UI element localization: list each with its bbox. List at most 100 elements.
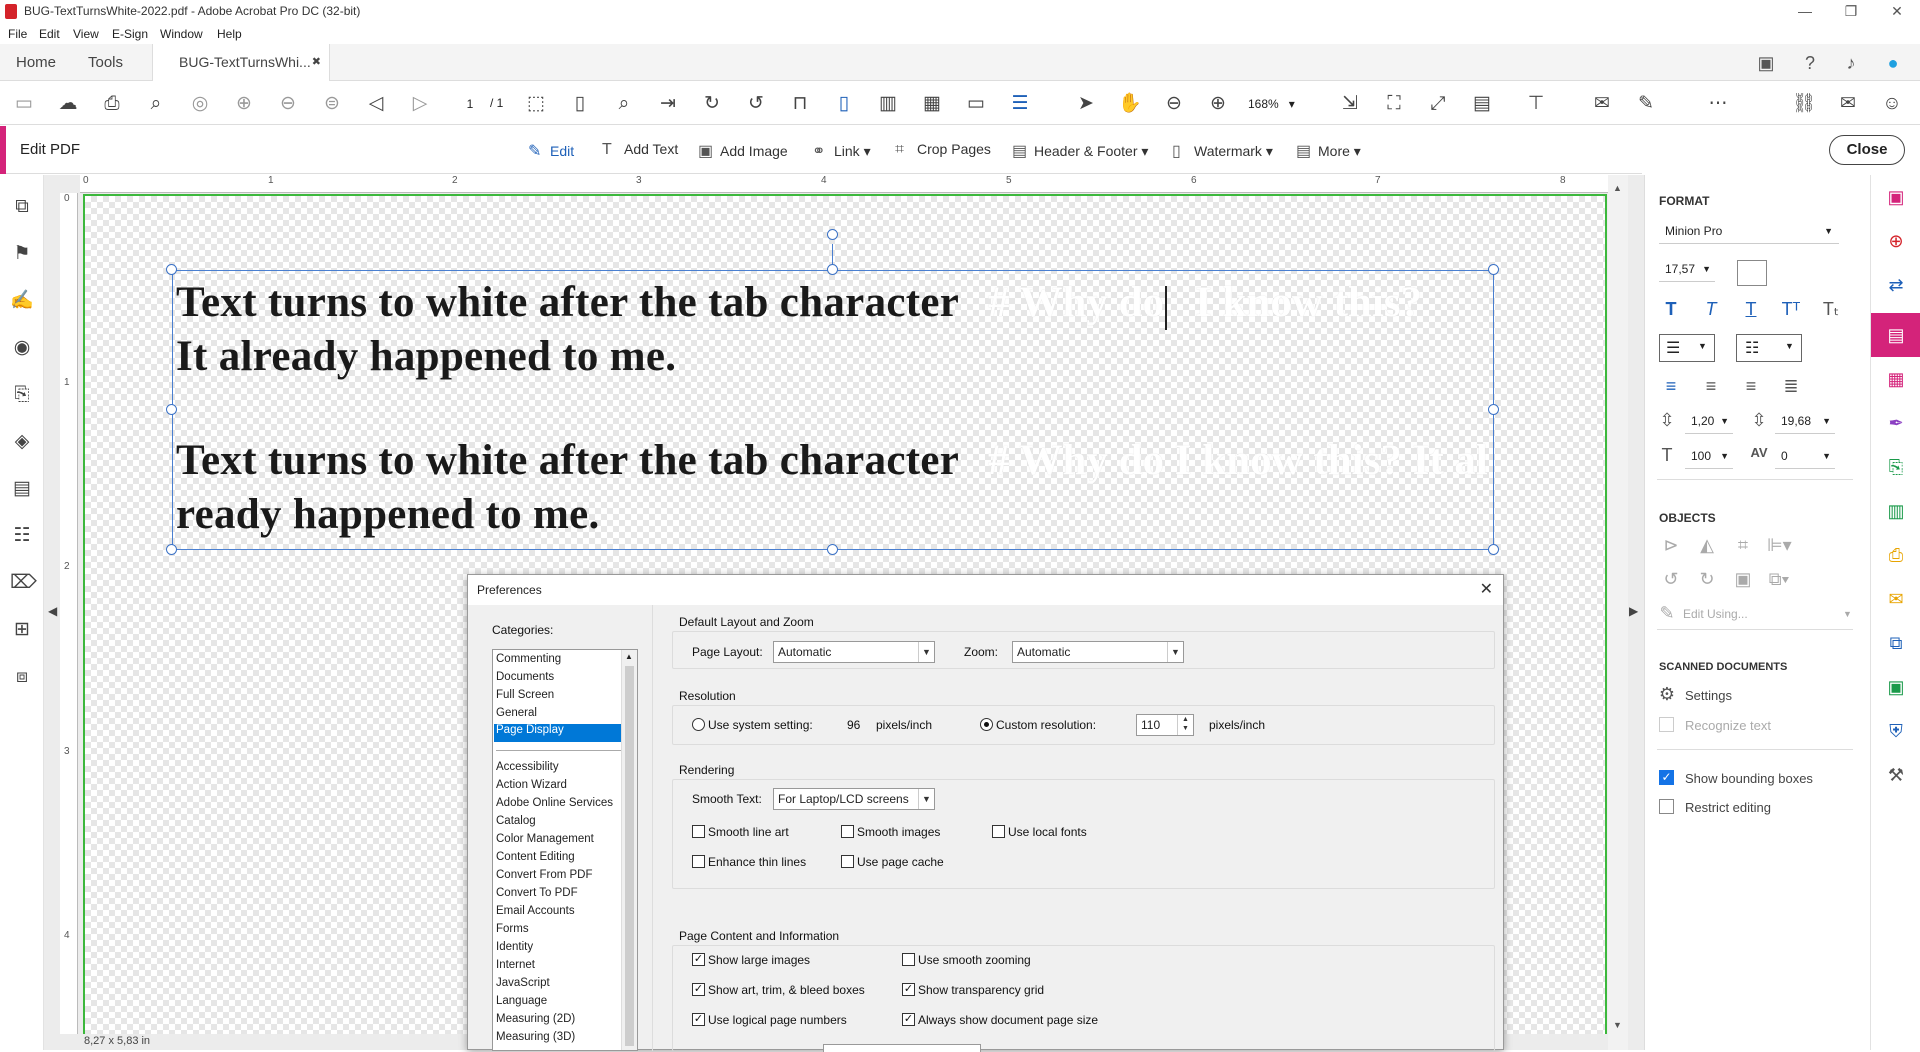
scroll-up-icon[interactable]: ▲ [1613, 183, 1622, 193]
close-window-button[interactable]: ✕ [1874, 0, 1920, 24]
category-item[interactable]: Measuring (3D) [496, 1031, 575, 1043]
spinner-icon[interactable]: ▲ ▼ [1177, 715, 1193, 735]
category-general[interactable]: General [496, 707, 537, 719]
smooth-images-checkbox[interactable] [841, 825, 854, 838]
text-bold-icon[interactable]: T [1659, 299, 1683, 320]
horizontal-scale-dropdown[interactable]: 100 ▼ [1685, 445, 1733, 469]
para2-line1-white[interactable]: # Why do I know this? It al [988, 436, 1488, 485]
category-item[interactable]: Catalog [496, 815, 536, 827]
page-layout-dropdown[interactable]: Automatic ▼ [773, 641, 935, 663]
ruler-tool-icon[interactable]: ⊤ [1524, 92, 1548, 116]
para1-line1-white-a[interactable]: # Why do [988, 278, 1164, 327]
replace-image-icon[interactable]: ▣ [1731, 569, 1755, 590]
add-text-button[interactable]: T Add Text [602, 141, 678, 159]
page-number-input[interactable]: 1 [452, 93, 488, 115]
presentation-icon[interactable]: ▭ [964, 92, 988, 116]
forward-icon[interactable]: ▷ [408, 92, 432, 116]
order-icon[interactable]: ⧈ [10, 665, 34, 689]
cloud-upload-icon[interactable]: ☁ [56, 92, 80, 116]
fill-sign-icon[interactable]: ✒ [1884, 411, 1908, 435]
smooth-text-dropdown[interactable]: For Laptop/LCD screens ▼ [773, 788, 935, 810]
edit-button[interactable]: ✎ Edit [528, 141, 574, 161]
flip-vertical-icon[interactable]: ⊳ [1659, 535, 1683, 556]
superscript-icon[interactable]: Tᵀ [1779, 299, 1803, 320]
vertical-scrollbar[interactable]: ▲ ▼ [1608, 175, 1628, 1050]
category-item[interactable]: Accessibility [496, 761, 559, 773]
category-item[interactable]: Content Editing [496, 851, 575, 863]
use-logical-page-numbers-checkbox[interactable]: ✓ [692, 1013, 705, 1026]
category-page-display[interactable]: Page Display [494, 724, 637, 742]
resize-handle-r[interactable] [1488, 404, 1499, 415]
zoom-dropdown-pref[interactable]: Automatic ▼ [1012, 641, 1184, 663]
align-right-icon[interactable]: ≡ [1739, 376, 1763, 397]
restrict-editing-checkbox[interactable] [1659, 799, 1674, 814]
category-item[interactable]: Action Wizard [496, 779, 567, 791]
preferences-close-icon[interactable]: ✕ [1480, 579, 1493, 599]
page-layout-menu-icon[interactable]: ▤ [1470, 92, 1494, 116]
paragraph-spacing-dropdown[interactable]: 19,68 ▼ [1775, 410, 1835, 434]
comment-tool-icon[interactable]: ✉ [1884, 587, 1908, 611]
select-area-icon[interactable]: ⬚ [524, 92, 548, 116]
minimize-button[interactable]: — [1782, 0, 1828, 24]
crop-pages-button[interactable]: ⌗ Crop Pages [895, 141, 991, 159]
scroll-down-icon[interactable]: ▼ [1613, 1020, 1622, 1030]
layout-lines-icon[interactable]: ☰ [1008, 92, 1032, 116]
line-spacing-dropdown[interactable]: 1,20 ▼ [1685, 410, 1733, 434]
category-item[interactable]: Internet [496, 959, 535, 971]
fit-width-icon[interactable]: ⇲ [1338, 92, 1362, 116]
book-view-icon[interactable]: ▦ [920, 92, 944, 116]
resize-handle-l[interactable] [166, 404, 177, 415]
para1-line1-white-b[interactable]: I know this? [1195, 278, 1422, 327]
more-tools-icon[interactable]: ⋯ [1706, 92, 1730, 116]
previous-page-icon[interactable]: ⊕ [232, 92, 256, 116]
split-icon[interactable]: ⊓ [788, 92, 812, 116]
font-family-dropdown[interactable]: Minion Pro ▼ [1659, 220, 1839, 244]
category-documents[interactable]: Documents [496, 671, 554, 683]
full-screen-icon[interactable]: ⛶ [1382, 92, 1406, 116]
maximize-button[interactable]: ❐ [1828, 0, 1874, 24]
show-bounding-boxes-checkbox[interactable]: ✓ [1659, 770, 1674, 785]
share-link-icon[interactable]: ⛓ [1792, 92, 1816, 116]
edit-pdf-tool-icon[interactable]: ▤ [1884, 323, 1908, 347]
align-left-icon[interactable]: ≡ [1659, 376, 1683, 397]
tab-tools[interactable]: Tools [88, 44, 123, 81]
print-production-icon[interactable]: ▣ [1884, 675, 1908, 699]
para1-line2[interactable]: It already happened to me. [176, 332, 676, 381]
tags-icon[interactable]: ⌦ [10, 571, 37, 595]
layers-icon[interactable]: ◈ [10, 430, 34, 454]
resize-handle-br[interactable] [1488, 544, 1499, 555]
font-size-dropdown[interactable]: 17,57 ▼ [1659, 258, 1715, 282]
form-fields-icon[interactable]: ☷ [10, 524, 34, 548]
arrange-icon[interactable]: ⧉▾ [1767, 569, 1791, 590]
header-footer-button[interactable]: ▤ Header & Footer ▾ [1012, 141, 1148, 161]
organize-pages-icon[interactable]: ▥ [1884, 499, 1908, 523]
use-system-radio[interactable] [692, 718, 705, 731]
collapse-right-arrow-icon[interactable]: ▶ [1629, 604, 1638, 618]
category-full-screen[interactable]: Full Screen [496, 689, 554, 701]
rotate-ccw-icon[interactable]: ↺ [1659, 569, 1683, 590]
always-show-page-size-checkbox[interactable]: ✓ [902, 1013, 915, 1026]
user-icon[interactable]: ☺ [1880, 92, 1904, 116]
find-page-icon[interactable]: ⌕ [612, 92, 636, 116]
category-commenting[interactable]: Commenting [496, 653, 561, 665]
align-objects-icon[interactable]: ⊫▾ [1767, 535, 1792, 556]
show-large-images-checkbox[interactable]: ✓ [692, 953, 705, 966]
add-image-button[interactable]: ▣ Add Image [698, 141, 788, 161]
custom-resolution-radio[interactable] [980, 718, 993, 731]
zoom-out-icon[interactable]: ⊖ [1162, 92, 1186, 116]
print-icon[interactable]: ⎙ [100, 92, 124, 116]
text-italic-icon[interactable]: T [1699, 299, 1723, 320]
font-color-swatch[interactable] [1737, 260, 1767, 286]
resize-handle-bl[interactable] [166, 544, 177, 555]
back-icon[interactable]: ◁ [364, 92, 388, 116]
tab-home[interactable]: Home [16, 44, 56, 81]
category-item[interactable]: Email Accounts [496, 905, 575, 917]
email-icon[interactable]: ✉ [1836, 92, 1860, 116]
use-local-fonts-checkbox[interactable] [992, 825, 1005, 838]
export-pdf-icon[interactable]: ⊕ [1884, 229, 1908, 253]
protect-icon[interactable]: ⛨ [1884, 719, 1908, 743]
more-tools-wrench-icon[interactable]: ⚒ [1884, 763, 1908, 787]
use-smooth-zooming-checkbox[interactable] [902, 953, 915, 966]
menu-help[interactable]: Help [217, 27, 242, 41]
custom-resolution-input[interactable]: 110 ▲ ▼ [1136, 714, 1194, 736]
